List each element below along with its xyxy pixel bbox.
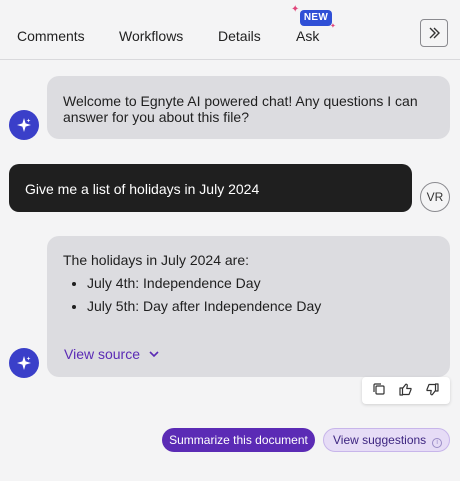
thumbs-down-button[interactable] [425, 382, 440, 400]
summarize-document-button[interactable]: Summarize this document [162, 428, 315, 452]
double-chevron-right-icon [429, 27, 440, 39]
sparkle-icon [17, 118, 31, 132]
info-icon: i [432, 438, 443, 448]
view-suggestions-label: View suggestions [333, 433, 427, 447]
copy-icon [373, 383, 385, 395]
answer-list: July 4th: Independence Day July 5th: Day… [63, 275, 434, 314]
ai-avatar [9, 110, 39, 140]
tab-workflows[interactable]: Workflows [119, 28, 183, 44]
thumbs-up-icon [399, 383, 412, 396]
new-badge: NEW [300, 10, 332, 26]
sparkle-icon: ✦ [330, 23, 336, 30]
expand-panel-button[interactable] [420, 19, 448, 47]
view-suggestions-button[interactable]: View suggestions i [323, 428, 450, 452]
user-message: Give me a list of holidays in July 2024 [9, 164, 412, 212]
list-item: July 4th: Independence Day [87, 275, 434, 291]
view-source-label: View source [64, 346, 141, 362]
sparkle-icon [17, 356, 31, 370]
tab-bar: Comments Workflows Details Ask NEW ✦ ✦ [0, 0, 460, 60]
sparkle-icon: ✦ [291, 4, 300, 15]
thumbs-up-button[interactable] [398, 382, 413, 400]
ai-message-welcome: Welcome to Egnyte AI powered chat! Any q… [47, 76, 450, 139]
tab-comments[interactable]: Comments [17, 28, 85, 44]
answer-intro: The holidays in July 2024 are: [63, 252, 249, 268]
message-actions [362, 377, 450, 404]
view-source-link[interactable]: View source [64, 346, 160, 362]
user-message-text: Give me a list of holidays in July 2024 [25, 181, 260, 197]
thumbs-down-icon [426, 382, 439, 395]
tab-details[interactable]: Details [218, 28, 261, 44]
list-item: July 5th: Day after Independence Day [87, 298, 434, 314]
ai-avatar [9, 348, 39, 378]
tab-ask[interactable]: Ask [296, 28, 319, 44]
chevron-down-icon [149, 351, 159, 358]
ai-message-text: Welcome to Egnyte AI powered chat! Any q… [63, 93, 418, 125]
copy-button[interactable] [372, 382, 386, 399]
user-avatar: VR [420, 182, 450, 212]
